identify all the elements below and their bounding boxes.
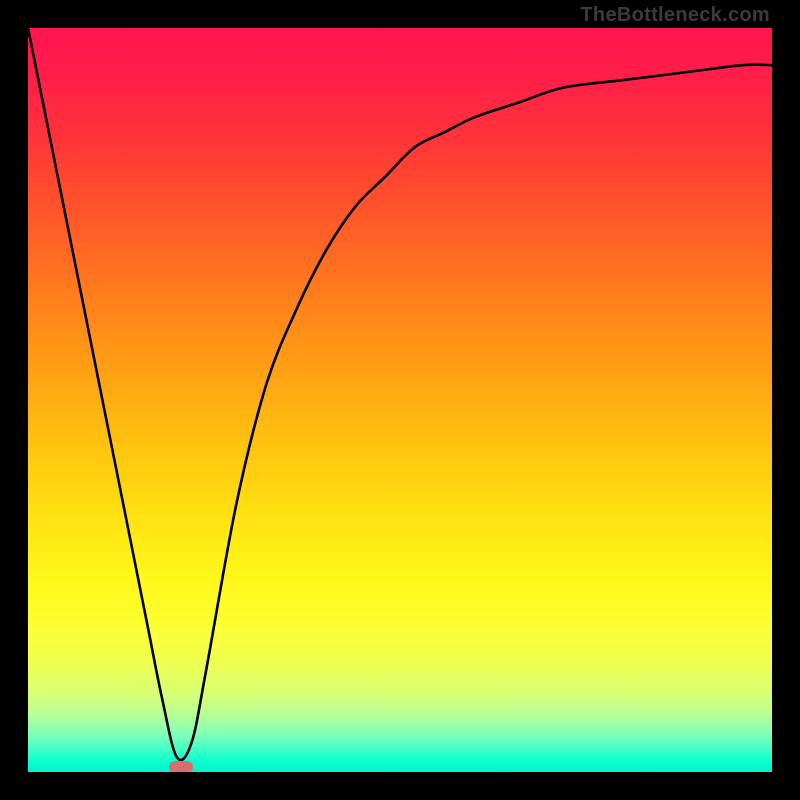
plot-area <box>28 28 772 772</box>
watermark-text: TheBottleneck.com <box>580 4 770 27</box>
optimal-point-marker <box>169 761 193 772</box>
curve-layer <box>28 28 772 772</box>
frame-border-left <box>0 0 28 800</box>
frame-border-right <box>772 0 800 800</box>
chart-frame: TheBottleneck.com <box>0 0 800 800</box>
frame-border-bottom <box>0 772 800 800</box>
bottleneck-curve <box>28 28 772 760</box>
